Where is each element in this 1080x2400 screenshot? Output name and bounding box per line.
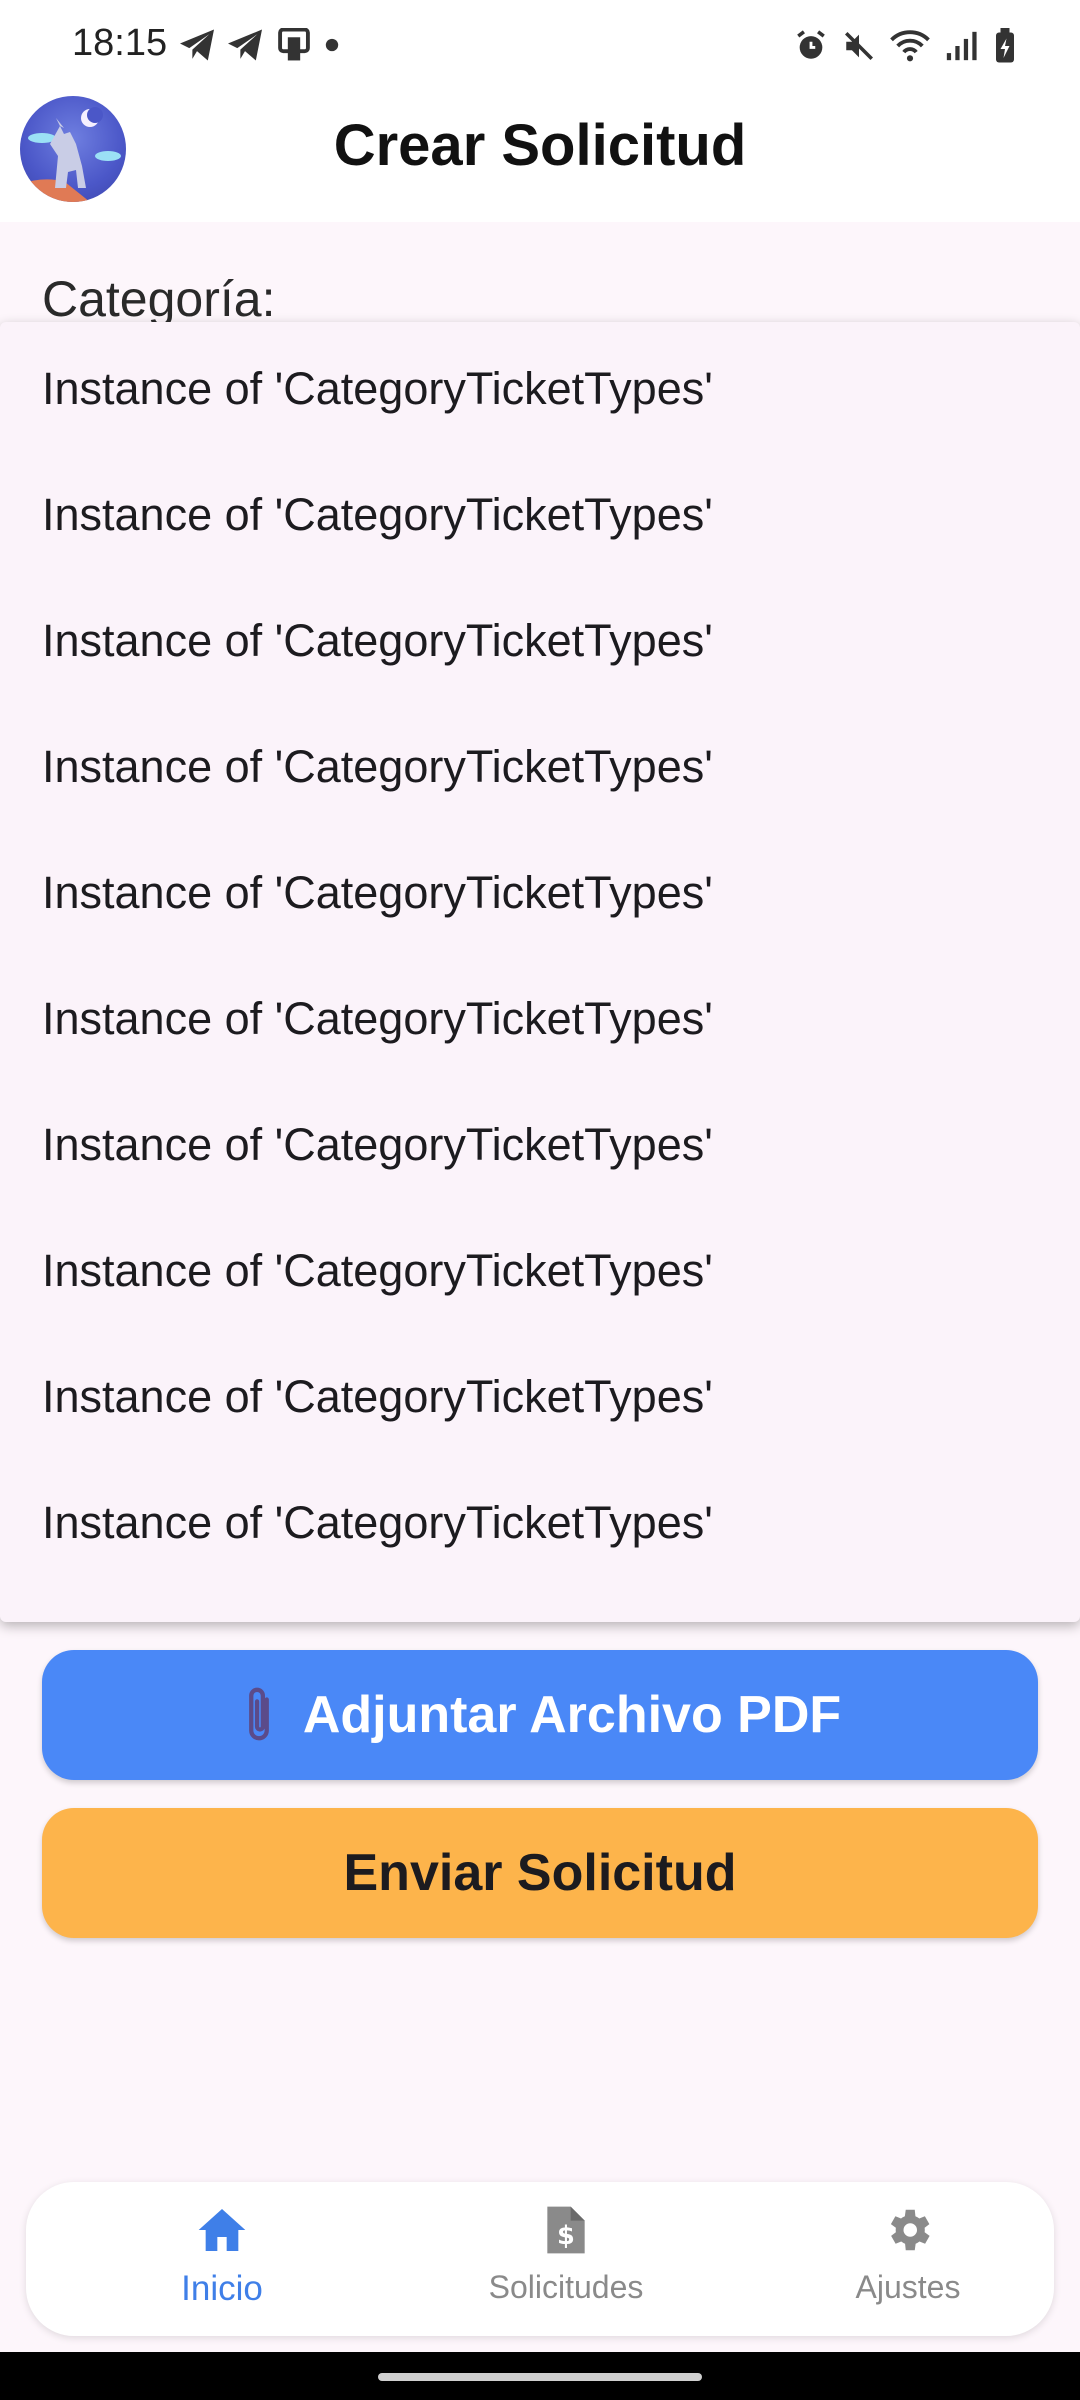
attach-pdf-label: Adjuntar Archivo PDF [302, 1686, 842, 1744]
telegram-icon [226, 28, 264, 62]
dropdown-item[interactable]: Instance of 'CategoryTicketTypes' [42, 956, 1042, 1082]
status-left-icons [178, 28, 340, 62]
dropdown-item[interactable]: Instance of 'CategoryTicketTypes' [42, 1460, 1042, 1586]
signal-icon [944, 29, 978, 63]
paperclip-icon [239, 1684, 279, 1746]
status-bar: 18:15 [0, 0, 1080, 90]
home-gesture-pill[interactable] [378, 2373, 702, 2381]
dropdown-item[interactable]: Instance of 'CategoryTicketTypes' [42, 704, 1042, 830]
alarm-icon [794, 29, 828, 63]
status-right-icons [794, 28, 1018, 64]
send-request-button[interactable]: Enviar Solicitud [42, 1808, 1038, 1938]
gear-icon [881, 2202, 935, 2263]
bottom-nav: Inicio $ Solicitudes Ajustes [26, 2182, 1054, 2336]
category-label: Categoría: [42, 271, 276, 327]
battery-icon [992, 28, 1018, 64]
dropdown-item[interactable]: Instance of 'CategoryTicketTypes' [42, 578, 1042, 704]
mute-icon [842, 29, 876, 63]
document-dollar-icon: $ [542, 2202, 590, 2263]
dot-icon [324, 28, 340, 62]
nav-label-inicio: Inicio [181, 2269, 263, 2308]
nav-label-ajustes: Ajustes [855, 2269, 961, 2305]
nav-item-solicitudes[interactable]: $ Solicitudes [436, 2202, 696, 2322]
status-time: 18:15 [72, 22, 168, 64]
dropdown-item[interactable]: Instance of 'CategoryTicketTypes' [42, 830, 1042, 956]
dropdown-item[interactable]: Instance of 'CategoryTicketTypes' [42, 326, 1042, 452]
send-request-label: Enviar Solicitud [343, 1844, 737, 1902]
attach-pdf-button[interactable]: Adjuntar Archivo PDF [42, 1650, 1038, 1780]
category-dropdown-menu: Instance of 'CategoryTicketTypes' Instan… [0, 322, 1080, 1622]
nav-item-inicio[interactable]: Inicio [92, 2202, 352, 2322]
dropdown-item[interactable]: Instance of 'CategoryTicketTypes' [42, 452, 1042, 578]
page-title: Crear Solicitud [333, 113, 747, 178]
cast-icon [274, 28, 314, 62]
app-bar: Crear Solicitud [0, 90, 1080, 222]
home-icon [194, 2202, 250, 2263]
dropdown-item[interactable]: Instance of 'CategoryTicketTypes' [42, 1208, 1042, 1334]
system-nav-bar [0, 2352, 1080, 2400]
dropdown-item[interactable]: Instance of 'CategoryTicketTypes' [42, 1082, 1042, 1208]
wifi-icon [890, 29, 930, 63]
nav-item-ajustes[interactable]: Ajustes [778, 2202, 1038, 2322]
nav-label-solicitudes: Solicitudes [488, 2269, 644, 2305]
telegram-icon [178, 28, 216, 62]
svg-text:$: $ [557, 2221, 575, 2251]
dropdown-item[interactable]: Instance of 'CategoryTicketTypes' [42, 1334, 1042, 1460]
